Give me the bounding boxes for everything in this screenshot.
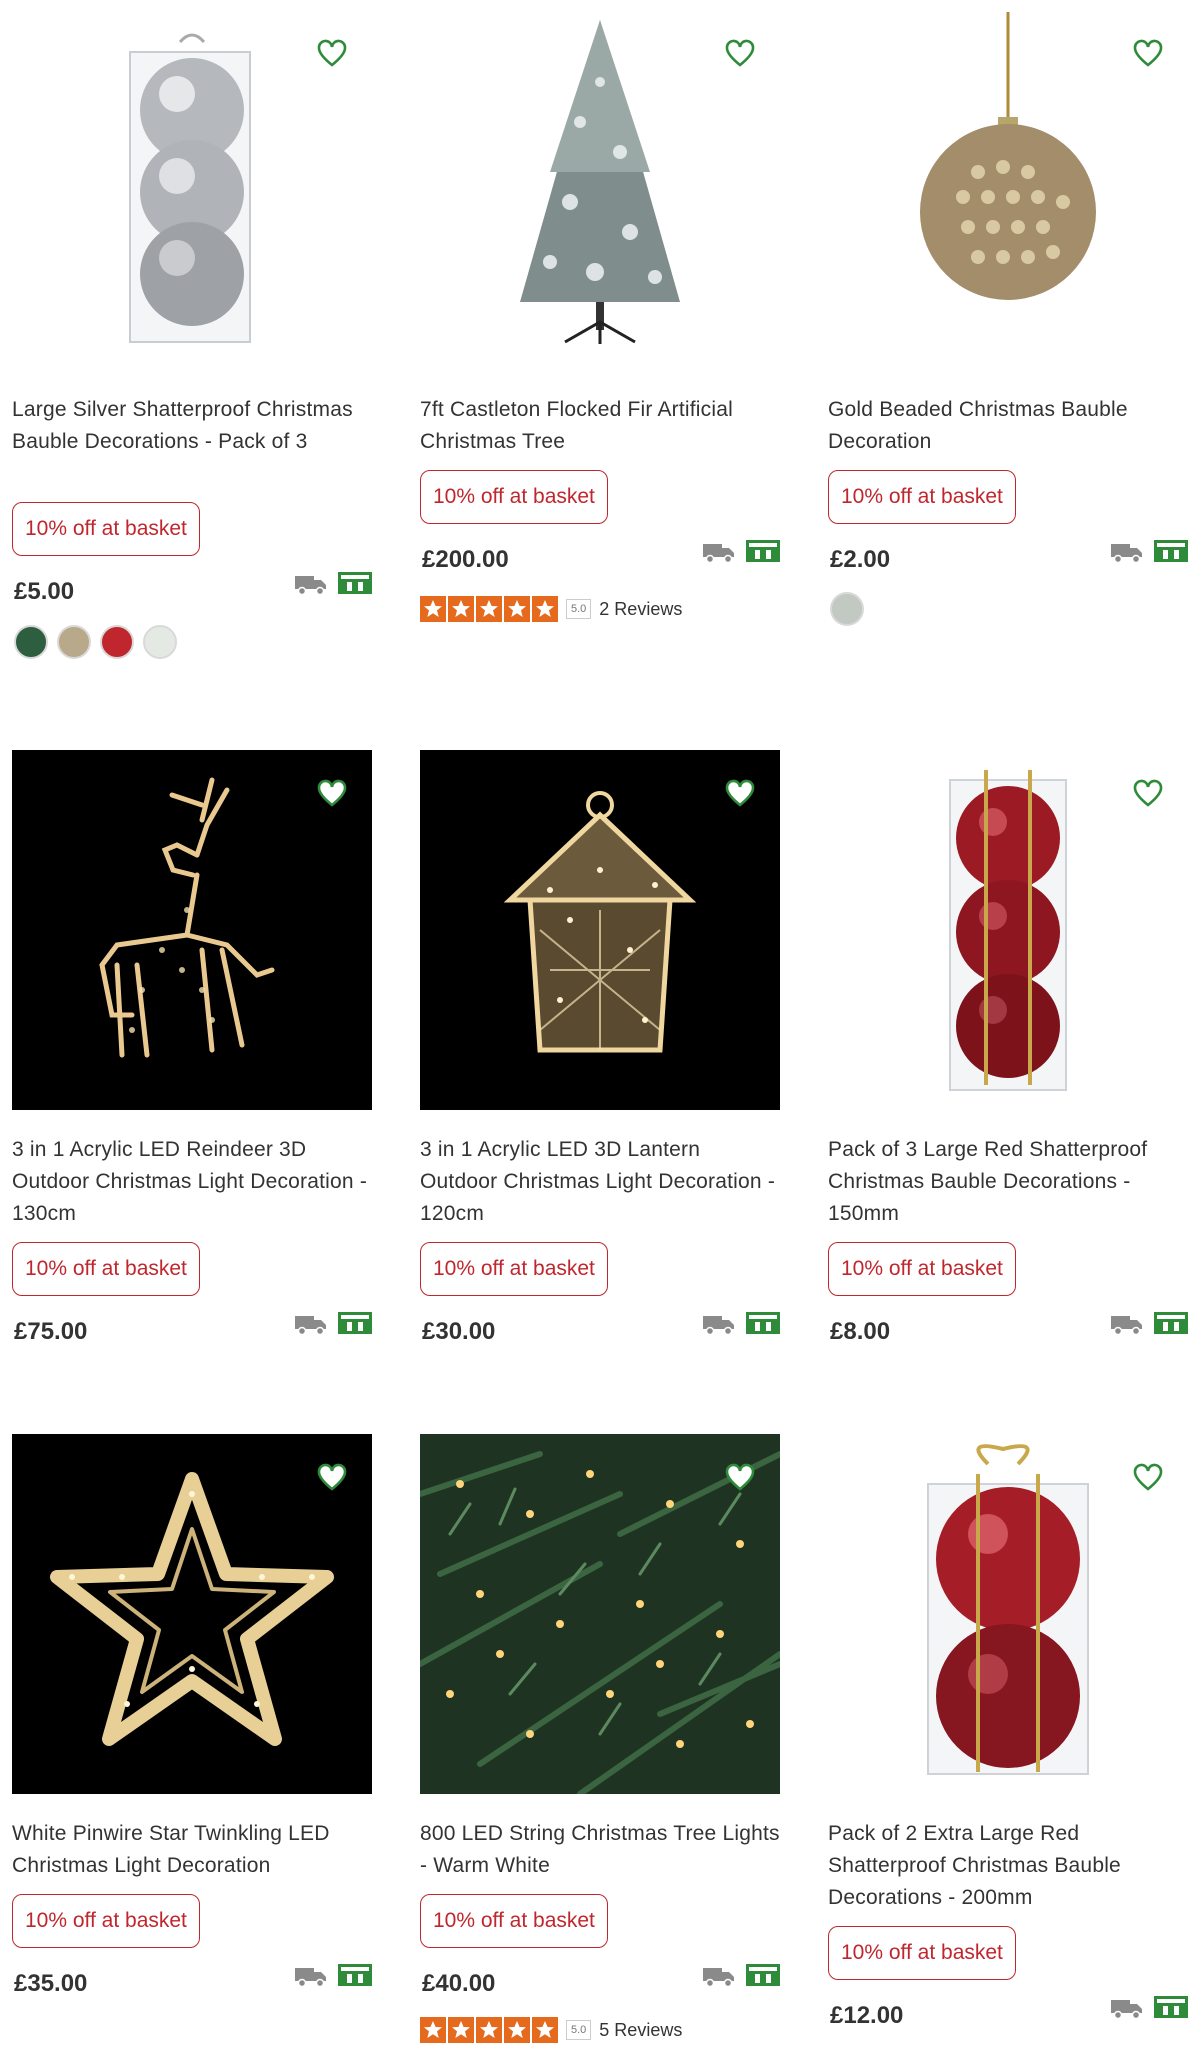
delivery-truck-icon [703,1968,734,1987]
star-icon [420,2017,446,2043]
review-count-link[interactable]: 2 Reviews [599,599,682,620]
rating-score: 5.0 [566,2020,592,2040]
promo-badge[interactable]: 10% off at basket [12,502,200,556]
product-card[interactable]: 800 LED String Christmas Tree Lights - W… [408,1422,784,2059]
colour-swatch-green[interactable] [14,625,48,659]
product-title[interactable]: Gold Beaded Christmas Bauble Decoration [828,394,1188,458]
star-icon [448,2017,474,2043]
star-rating [420,2017,558,2043]
product-rating[interactable]: 5.0 5 Reviews [420,2017,682,2043]
star-icon [532,2017,558,2043]
product-title[interactable]: Pack of 2 Extra Large Red Shatterproof C… [828,1818,1188,1914]
product-title[interactable]: 7ft Castleton Flocked Fir Artificial Chr… [420,394,780,458]
rating-score: 5.0 [566,599,592,619]
promo-badge[interactable]: 10% off at basket [420,470,608,524]
click-collect-icon [746,540,780,562]
product-title[interactable]: Pack of 3 Large Red Shatterproof Christm… [828,1134,1188,1230]
wishlist-heart-icon[interactable] [724,38,756,70]
delivery-truck-icon [703,544,734,563]
product-price: £8.00 [830,1318,891,1345]
product-rating[interactable]: 5.0 2 Reviews [420,596,682,622]
wishlist-heart-icon[interactable] [1132,1462,1164,1494]
product-price: £5.00 [14,578,75,605]
colour-swatch-red[interactable] [100,625,134,659]
product-title[interactable]: White Pinwire Star Twinkling LED Christm… [12,1818,372,1882]
delivery-truck-icon [1111,544,1142,563]
delivery-truck-icon [1111,1316,1142,1335]
product-price: £200.00 [422,546,509,573]
product-card[interactable]: Large Silver Shatterproof Christmas Baub… [0,0,376,720]
product-title[interactable]: 800 LED String Christmas Tree Lights - W… [420,1818,780,1882]
click-collect-icon [1154,1996,1188,2018]
delivery-truck-icon [1111,2000,1142,2019]
promo-badge[interactable]: 10% off at basket [828,1242,1016,1296]
star-icon [532,596,558,622]
promo-badge[interactable]: 10% off at basket [828,470,1016,524]
click-collect-icon [338,1964,372,1986]
product-price: £35.00 [14,1970,88,1997]
product-title[interactable]: 3 in 1 Acrylic LED 3D Lantern Outdoor Ch… [420,1134,780,1230]
promo-badge[interactable]: 10% off at basket [420,1894,608,1948]
wishlist-heart-icon[interactable] [1132,778,1164,810]
click-collect-icon [746,1964,780,1986]
wishlist-heart-icon[interactable] [724,778,756,810]
delivery-truck-icon [295,576,326,595]
wishlist-heart-icon[interactable] [724,1462,756,1494]
wishlist-heart-icon[interactable] [316,38,348,70]
product-card[interactable]: 7ft Castleton Flocked Fir Artificial Chr… [408,0,784,720]
product-grid: Large Silver Shatterproof Christmas Baub… [0,0,1200,2059]
click-collect-icon [338,1312,372,1334]
star-icon [476,596,502,622]
product-card[interactable]: Pack of 3 Large Red Shatterproof Christm… [816,738,1192,1378]
promo-badge[interactable]: 10% off at basket [12,1242,200,1296]
promo-badge[interactable]: 10% off at basket [828,1926,1016,1980]
product-price: £12.00 [830,2002,904,2029]
colour-swatches [14,625,177,659]
click-collect-icon [746,1312,780,1334]
colour-swatch-silver[interactable] [830,592,864,626]
click-collect-icon [1154,1312,1188,1334]
wishlist-heart-icon[interactable] [1132,38,1164,70]
review-count-link[interactable]: 5 Reviews [599,2020,682,2041]
product-card[interactable]: 3 in 1 Acrylic LED Reindeer 3D Outdoor C… [0,738,376,1378]
product-price: £30.00 [422,1318,496,1345]
colour-swatch-silver[interactable] [143,625,177,659]
product-card[interactable]: Pack of 2 Extra Large Red Shatterproof C… [816,1422,1192,2059]
product-card[interactable]: White Pinwire Star Twinkling LED Christm… [0,1422,376,2059]
wishlist-heart-icon[interactable] [316,778,348,810]
star-icon [504,2017,530,2043]
star-icon [476,2017,502,2043]
click-collect-icon [338,572,372,594]
product-price: £2.00 [830,546,891,573]
star-icon [448,596,474,622]
product-price: £75.00 [14,1318,88,1345]
promo-badge[interactable]: 10% off at basket [12,1894,200,1948]
product-card[interactable]: 3 in 1 Acrylic LED 3D Lantern Outdoor Ch… [408,738,784,1378]
wishlist-heart-icon[interactable] [316,1462,348,1494]
colour-swatch-gold[interactable] [57,625,91,659]
product-card[interactable]: Gold Beaded Christmas Bauble Decoration … [816,0,1192,720]
promo-badge[interactable]: 10% off at basket [420,1242,608,1296]
click-collect-icon [1154,540,1188,562]
product-price: £40.00 [422,1970,496,1997]
delivery-truck-icon [703,1316,734,1335]
star-icon [504,596,530,622]
product-title[interactable]: 3 in 1 Acrylic LED Reindeer 3D Outdoor C… [12,1134,372,1230]
product-title[interactable]: Large Silver Shatterproof Christmas Baub… [12,394,372,458]
star-rating [420,596,558,622]
star-icon [420,596,446,622]
delivery-truck-icon [295,1316,326,1335]
colour-swatches [830,592,864,626]
delivery-truck-icon [295,1968,326,1987]
